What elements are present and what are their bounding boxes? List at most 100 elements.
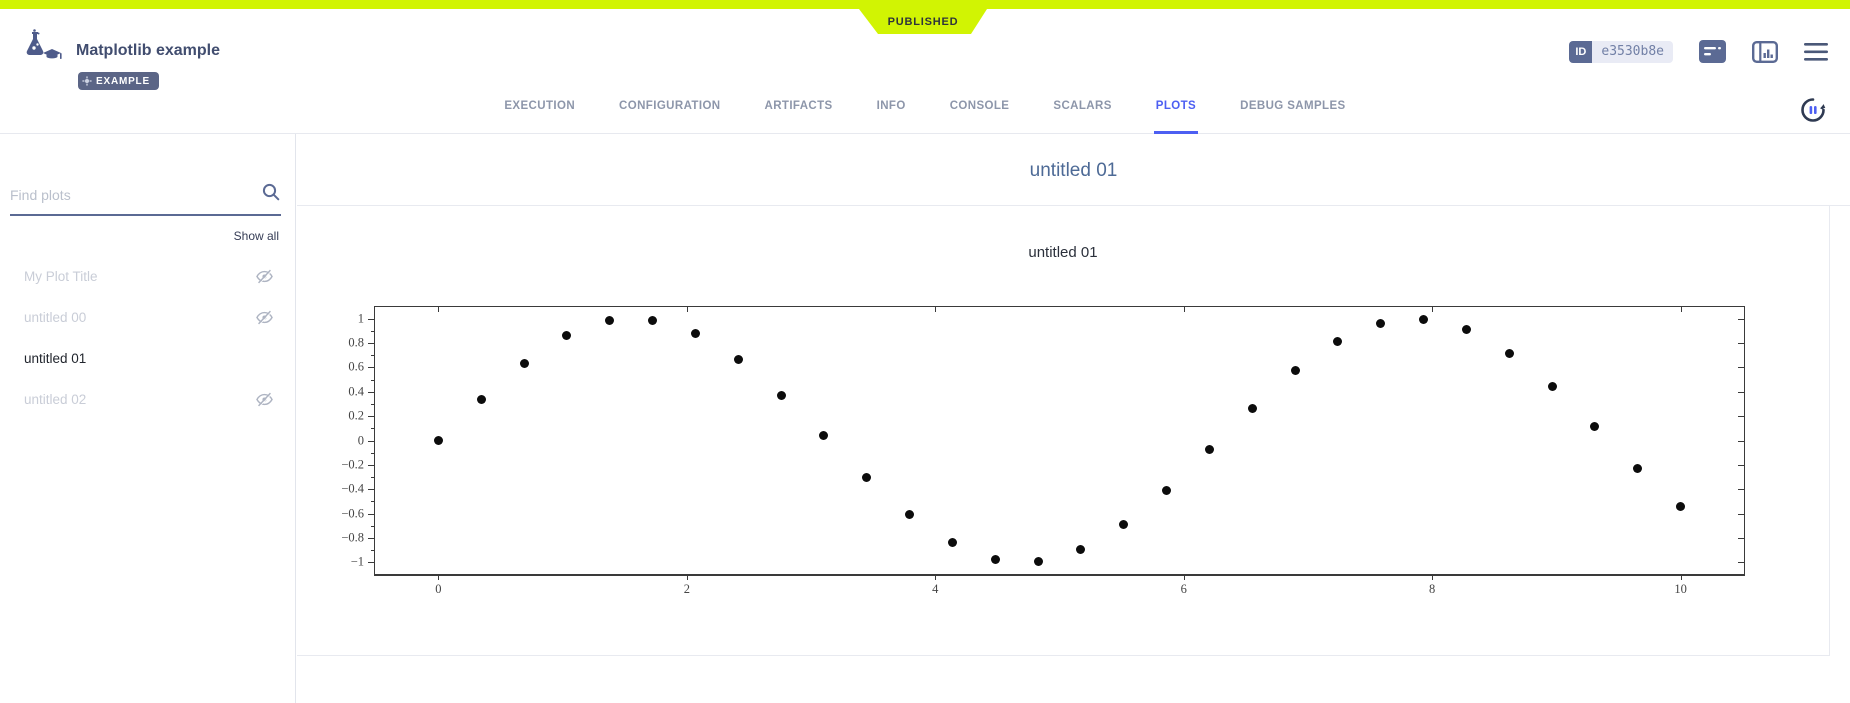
plot-title: untitled 01 [297, 206, 1829, 261]
data-point [1162, 486, 1171, 495]
y-tick-mirror [1738, 538, 1744, 539]
project-logo-icon [20, 28, 64, 71]
data-point [1291, 366, 1300, 375]
plot-area[interactable]: 024681010.80.60.40.20−0.2−0.4−0.6−0.8−1 [374, 306, 1745, 576]
y-tick-mirror [1738, 416, 1744, 417]
menu-icon[interactable] [1804, 43, 1828, 61]
plot-item-label: untitled 01 [24, 351, 86, 366]
data-point [1248, 404, 1257, 413]
data-point [1376, 319, 1385, 328]
x-tick-mirror [687, 307, 688, 312]
plot-list-item[interactable]: untitled 00 [0, 297, 295, 338]
y-minor-tick [371, 331, 375, 332]
data-point [434, 436, 443, 445]
y-tick [368, 514, 375, 515]
y-tick-label: −0.6 [341, 506, 364, 521]
x-tick [1432, 574, 1433, 580]
y-minor-tick [371, 404, 375, 405]
plots-sidebar: Show all My Plot Title untitled 00 untitle… [0, 134, 296, 703]
x-tick-label: 6 [1181, 582, 1187, 597]
show-all-link[interactable]: Show all [0, 229, 279, 243]
data-point [905, 510, 914, 519]
task-details-icon[interactable] [1699, 40, 1726, 63]
id-label: ID [1569, 41, 1592, 63]
data-point [862, 473, 871, 482]
data-point [734, 355, 743, 364]
plot-list-item[interactable]: untitled 02 [0, 379, 295, 420]
data-point [1419, 315, 1428, 324]
y-tick-mirror [1738, 465, 1744, 466]
y-tick-mirror [1738, 489, 1744, 490]
y-tick-mirror [1738, 343, 1744, 344]
y-tick-mirror [1738, 441, 1744, 442]
tab-console[interactable]: CONSOLE [948, 80, 1012, 134]
data-point [691, 329, 700, 338]
y-tick [368, 343, 375, 344]
tab-info[interactable]: INFO [875, 80, 908, 134]
data-point [1462, 325, 1471, 334]
y-tick-label: −1 [351, 555, 364, 570]
data-point [777, 391, 786, 400]
experiment-title: Matplotlib example [76, 42, 220, 60]
data-point [991, 555, 1000, 564]
x-tick [1184, 574, 1185, 580]
search-field [10, 182, 281, 216]
eye-slash-icon[interactable] [255, 390, 274, 409]
y-tick-label: 1 [358, 311, 364, 326]
y-tick-label: 0.6 [348, 360, 364, 375]
task-id-chip[interactable]: ID e3530b8e [1569, 41, 1673, 63]
y-tick [368, 441, 375, 442]
x-tick [1681, 574, 1682, 580]
y-tick-label: −0.4 [341, 482, 364, 497]
eye-slash-icon[interactable] [255, 308, 274, 327]
x-tick-label: 10 [1674, 582, 1687, 597]
plot-list-item[interactable]: My Plot Title [0, 256, 295, 297]
y-tick [368, 538, 375, 539]
y-tick-label: 0.2 [348, 409, 364, 424]
data-point [1205, 445, 1214, 454]
data-point [1676, 502, 1685, 511]
tab-configuration[interactable]: CONFIGURATION [617, 80, 722, 134]
data-point [1333, 337, 1342, 346]
data-point [1505, 349, 1514, 358]
metrics-panel-icon[interactable] [1752, 41, 1778, 63]
data-point [1633, 464, 1642, 473]
y-tick-label: 0.8 [348, 336, 364, 351]
tab-execution[interactable]: EXECUTION [502, 80, 577, 134]
eye-slash-icon[interactable] [255, 267, 274, 286]
y-tick [368, 489, 375, 490]
x-tick-label: 2 [684, 582, 690, 597]
tab-bar: EXECUTION CONFIGURATION ARTIFACTS INFO CONSO… [0, 80, 1850, 134]
plot-group-title: untitled 01 [297, 160, 1850, 182]
x-tick-mirror [1681, 307, 1682, 312]
search-input[interactable] [10, 187, 261, 203]
x-tick-mirror [1184, 307, 1185, 312]
y-minor-tick [371, 550, 375, 551]
y-tick-mirror [1738, 562, 1744, 563]
data-point [1548, 382, 1557, 391]
y-tick [368, 392, 375, 393]
y-tick-mirror [1738, 367, 1744, 368]
plot-card: untitled 01 024681010.80.60.40.20−0.2−0.… [297, 206, 1830, 656]
y-minor-tick [371, 355, 375, 356]
x-tick-mirror [1432, 307, 1433, 312]
data-point [1076, 545, 1085, 554]
x-tick-mirror [935, 307, 936, 312]
tab-debug-samples[interactable]: DEBUG SAMPLES [1238, 80, 1348, 134]
search-icon[interactable] [261, 182, 281, 207]
x-tick-label: 0 [435, 582, 441, 597]
tab-plots[interactable]: PLOTS [1154, 80, 1198, 134]
data-point [605, 316, 614, 325]
tab-scalars[interactable]: SCALARS [1051, 80, 1113, 134]
data-point [520, 359, 529, 368]
x-tick-label: 8 [1429, 582, 1435, 597]
data-point [477, 395, 486, 404]
id-value: e3530b8e [1592, 41, 1673, 63]
tab-artifacts[interactable]: ARTIFACTS [763, 80, 835, 134]
main-panel: untitled 01 untitled 01 024681010.80.60.… [297, 134, 1850, 703]
y-tick [368, 465, 375, 466]
plot-item-label: My Plot Title [24, 269, 98, 284]
plot-list-item[interactable]: untitled 01 [0, 338, 295, 379]
y-minor-tick [371, 477, 375, 478]
status-badge: PUBLISHED [859, 9, 987, 34]
